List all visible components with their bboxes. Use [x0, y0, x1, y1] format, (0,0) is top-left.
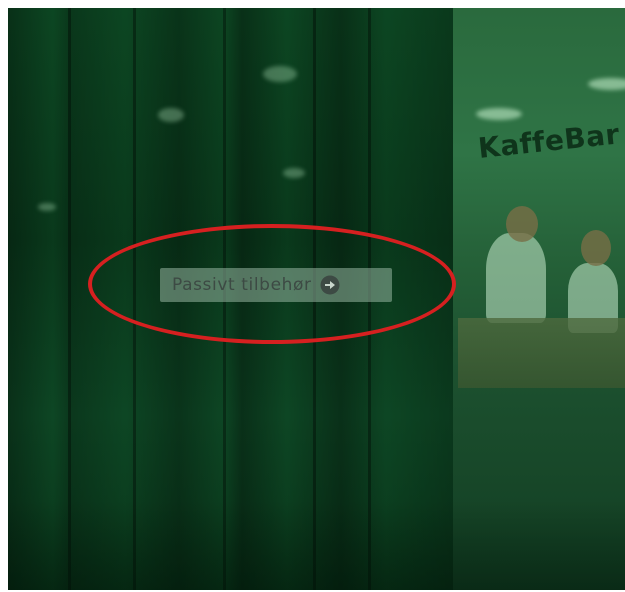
bottom-shadow	[8, 500, 625, 590]
person-head	[506, 206, 538, 242]
cafe-counter	[458, 318, 625, 388]
reflection-light	[158, 108, 184, 122]
reflection-light	[283, 168, 305, 178]
ceiling-light	[476, 108, 522, 120]
screenshot-frame: KaffeBar Passivt tilbehør	[0, 0, 625, 592]
arrow-right-circle-icon	[320, 275, 340, 295]
reflection-light	[263, 66, 297, 82]
reflection-light	[38, 203, 56, 211]
person-head	[581, 230, 611, 266]
ceiling-light	[588, 78, 625, 90]
person-figure	[486, 233, 546, 323]
cta-button-label: Passivt tilbehør	[172, 275, 312, 295]
cta-button[interactable]: Passivt tilbehør	[160, 268, 392, 302]
